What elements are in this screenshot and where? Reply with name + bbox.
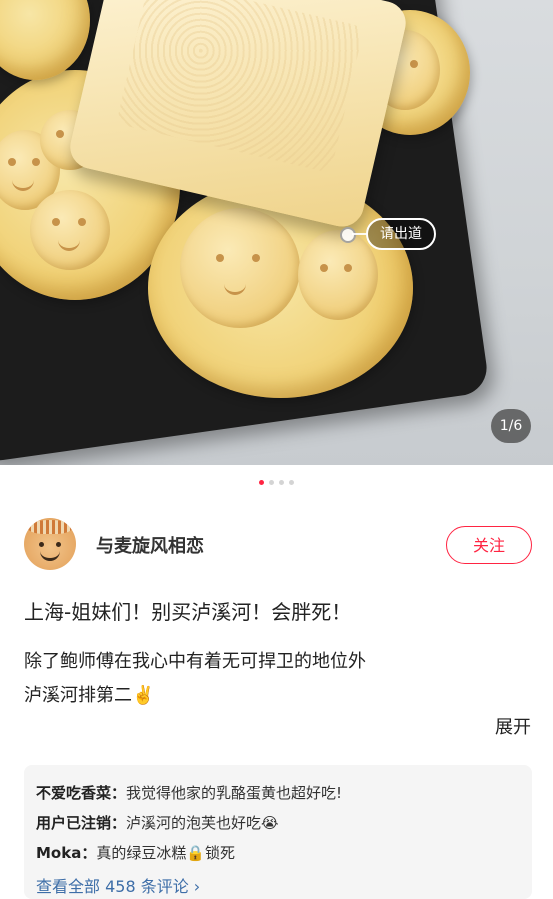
post-body-line-2-text: 泸溪河排第二: [24, 685, 132, 706]
comment-item: Moka：真的绿豆冰糕🔒锁死: [36, 842, 235, 863]
comment-text: 真的绿豆冰糕: [96, 844, 187, 862]
comment-text: 我觉得他家的乳酪蛋黄也超好吃!: [126, 784, 343, 802]
post-body-line-2: 泸溪河排第二✌️: [24, 681, 154, 707]
author-name[interactable]: 与麦旋风相恋: [96, 532, 204, 558]
carousel-dot-4[interactable]: [289, 480, 294, 485]
expand-button[interactable]: 展开: [495, 713, 531, 739]
comment-item: 不爱吃香菜：我觉得他家的乳酪蛋黄也超好吃!: [36, 782, 342, 803]
post-body-line-1: 除了鲍师傅在我心中有着无可捍卫的地位外: [24, 651, 366, 672]
avatar[interactable]: [24, 518, 76, 570]
victory-hand-icon: ✌️: [132, 685, 155, 706]
comment-user[interactable]: 用户已注销：: [36, 814, 126, 832]
comment-user[interactable]: Moka：: [36, 844, 96, 862]
follow-button[interactable]: 关注: [446, 526, 532, 564]
author-row: 与麦旋风相恋 关注: [24, 518, 532, 570]
lock-icon: 🔒: [186, 844, 206, 862]
comment-text: 泸溪河的泡芙也好吃: [126, 814, 262, 832]
product-tag[interactable]: 请出道: [366, 218, 436, 250]
comment-text-after: 锁死: [205, 844, 236, 862]
post-photo[interactable]: 请出道 1/6: [0, 0, 553, 465]
carousel-dot-2[interactable]: [269, 480, 274, 485]
tag-anchor-dot[interactable]: [340, 227, 356, 243]
comment-user[interactable]: 不爱吃香菜：: [36, 784, 126, 802]
view-all-comments-link[interactable]: 查看全部 458 条评论 ›: [36, 873, 200, 897]
carousel-indicator: [0, 480, 553, 485]
comments-preview[interactable]: 不爱吃香菜：我觉得他家的乳酪蛋黄也超好吃! 用户已注销：泸溪河的泡芙也好吃😭 M…: [24, 765, 532, 899]
carousel-dot-1[interactable]: [259, 480, 264, 485]
comment-item: 用户已注销：泸溪河的泡芙也好吃😭: [36, 812, 279, 833]
image-counter: 1/6: [491, 409, 531, 443]
carousel-dot-3[interactable]: [279, 480, 284, 485]
crying-face-icon: 😭: [261, 814, 279, 832]
post-title: 上海-姐妹们！别买泸溪河！会胖死！: [24, 600, 352, 624]
